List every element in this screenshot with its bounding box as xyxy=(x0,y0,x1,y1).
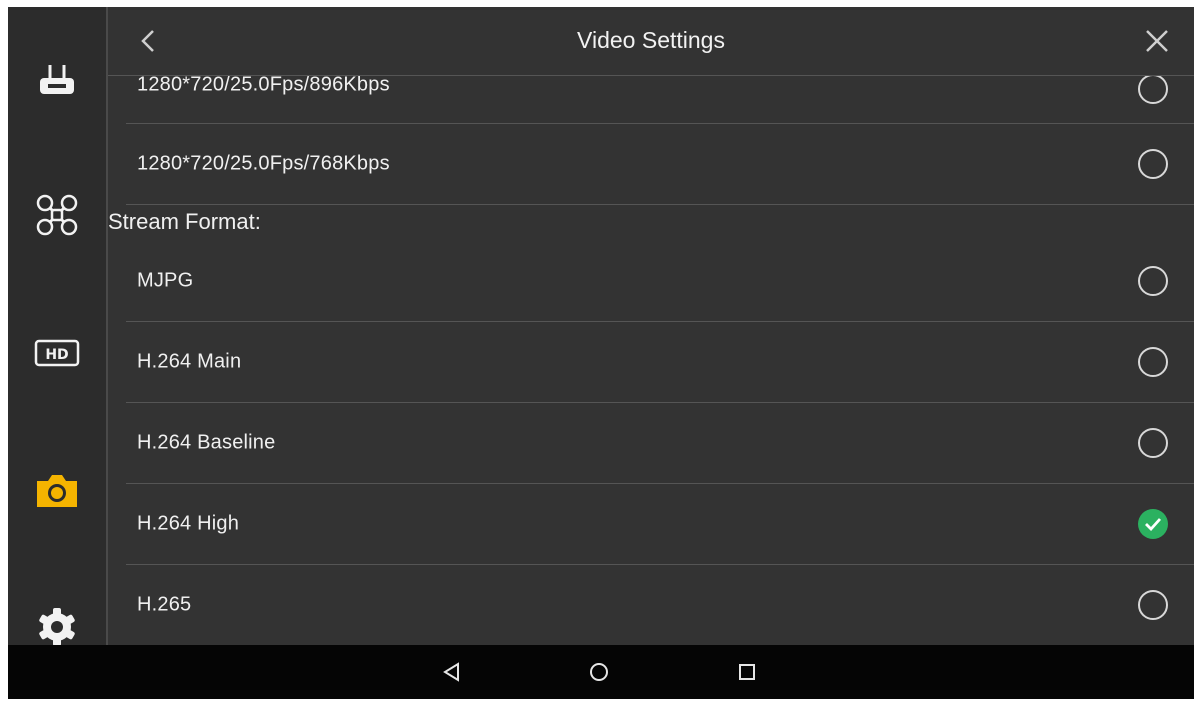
sidebar-item-aircraft[interactable] xyxy=(8,185,106,245)
checkmark-icon xyxy=(1145,518,1162,531)
option-label: 1280*720/25.0Fps/768Kbps xyxy=(137,152,390,175)
device-screen: HD Video Settings 1280*720/25.0Fps/896Kb… xyxy=(8,7,1194,699)
close-icon xyxy=(1146,30,1168,52)
option-label: H.264 High xyxy=(137,512,240,535)
stream-format-option-h264-high[interactable]: H.264 High xyxy=(126,484,1194,565)
square-recents-icon xyxy=(739,664,755,680)
svg-text:HD: HD xyxy=(45,347,68,363)
sidebar-item-remote-controller[interactable] xyxy=(8,52,106,112)
triangle-back-icon xyxy=(443,662,459,682)
radio-button[interactable] xyxy=(1138,347,1168,377)
gear-icon xyxy=(39,608,75,646)
radio-button[interactable] xyxy=(1138,149,1168,179)
radio-button[interactable] xyxy=(1138,590,1168,620)
radio-button[interactable] xyxy=(1138,266,1168,296)
circle-home-icon xyxy=(590,663,608,681)
remote-controller-icon xyxy=(40,65,74,94)
option-label: H.264 Baseline xyxy=(137,431,276,454)
option-label: 1280*720/25.0Fps/896Kbps xyxy=(137,73,390,96)
option-label: MJPG xyxy=(137,269,194,292)
hd-icon: HD xyxy=(34,339,80,367)
radio-button[interactable] xyxy=(1138,74,1168,104)
sidebar: HD xyxy=(8,7,108,646)
radio-button[interactable] xyxy=(1138,428,1168,458)
title-bar: Video Settings xyxy=(108,7,1194,76)
android-navigation-bar xyxy=(8,645,1194,699)
close-button[interactable] xyxy=(1138,23,1176,59)
option-label: H.264 Main xyxy=(137,350,242,373)
stream-format-option-h264-main[interactable]: H.264 Main xyxy=(126,322,1194,403)
stream-format-option-h265[interactable]: H.265 xyxy=(126,565,1194,645)
resolution-option-768kbps[interactable]: 1280*720/25.0Fps/768Kbps xyxy=(126,124,1194,205)
settings-panel: Video Settings 1280*720/25.0Fps/896Kbps … xyxy=(108,7,1194,645)
drone-icon xyxy=(36,194,78,236)
sidebar-item-hd-video[interactable]: HD xyxy=(8,323,106,383)
nav-recents-button[interactable] xyxy=(727,653,767,691)
nav-home-button[interactable] xyxy=(579,653,619,691)
page-title: Video Settings xyxy=(577,27,725,53)
radio-button-checked[interactable] xyxy=(1138,509,1168,539)
camera-icon xyxy=(37,475,77,507)
stream-format-option-mjpg[interactable]: MJPG xyxy=(126,241,1194,322)
option-label: H.265 xyxy=(137,593,192,616)
sidebar-item-camera[interactable] xyxy=(8,461,106,521)
stream-format-heading: Stream Format: xyxy=(108,209,261,234)
nav-back-button[interactable] xyxy=(432,653,472,691)
stream-format-option-h264-baseline[interactable]: H.264 Baseline xyxy=(126,403,1194,484)
